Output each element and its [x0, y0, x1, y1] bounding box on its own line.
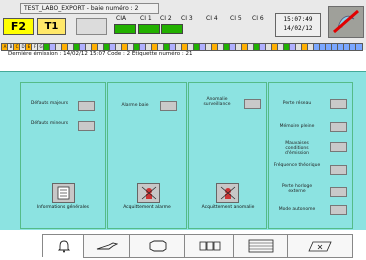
document-icon	[57, 186, 70, 200]
label-perte-reseau: Perte réseau	[282, 101, 312, 106]
ci-label-1: CI 1	[140, 15, 152, 22]
ci-label-2: CI 2	[160, 15, 172, 22]
perte-horloge-indicator	[330, 187, 347, 197]
t1-badge[interactable]: T1	[37, 18, 66, 35]
mode-indicator	[76, 18, 107, 35]
racks-icon	[199, 241, 220, 251]
ci-label-3: CI 3	[181, 15, 193, 22]
tab-alarm[interactable]	[42, 234, 85, 257]
tab-list[interactable]	[233, 234, 289, 258]
anomalie-indicator	[244, 99, 261, 109]
section-anomalie: Anomalie surveillance Acquittement anoma…	[188, 82, 267, 229]
tab-shape[interactable]	[129, 234, 186, 258]
ci-led-0	[114, 24, 136, 34]
status-panel: Défauts majeurs Défauts mineurs Informat…	[0, 71, 366, 231]
ci-label-6: CI 6	[252, 15, 264, 22]
no-entry-icon[interactable]	[328, 6, 364, 38]
label-frequence-theorique: Fréquence théorique	[273, 163, 321, 168]
clock: 15:07:49 14/02/12	[275, 13, 321, 37]
clock-time: 15:07:49	[283, 16, 313, 23]
ci-led-1	[138, 24, 160, 34]
mode-autonome-indicator	[330, 205, 347, 215]
mauvaises-conditions-indicator	[330, 142, 347, 152]
tab-bar	[0, 230, 366, 260]
label-mode-autonome: Mode autonome	[278, 207, 316, 212]
label-anomalie-surveillance: Anomalie surveillance	[203, 97, 231, 107]
label-perte-horloge: Perte horloge externe	[281, 184, 313, 194]
alarm-ack-icon	[141, 186, 156, 200]
list-icon	[248, 239, 274, 253]
tab-tools[interactable]	[83, 234, 131, 258]
label-mauvaises-conditions: Mauvaises conditions d'émission	[284, 141, 310, 156]
info-general-button[interactable]	[52, 183, 75, 203]
label-alarme-baie: Alarme baie	[121, 103, 149, 108]
ack-anomalie-button[interactable]	[216, 183, 239, 203]
label-defauts-mineurs: Défauts mineurs	[30, 121, 69, 126]
perte-reseau-indicator	[330, 99, 347, 109]
indicator-strip: ABCDEFG	[0, 43, 366, 51]
section-general: Défauts majeurs Défauts mineurs Informat…	[20, 82, 106, 229]
tab-export[interactable]	[287, 234, 353, 258]
defauts-mineurs-indicator	[78, 121, 95, 131]
ack-alarme-caption: Acquittement alarme	[123, 205, 171, 210]
main-window: TEST_LABO_EXPORT - baie numéro : 2 F2 T1…	[0, 0, 366, 260]
ci-label-0: CIA	[116, 15, 127, 22]
defauts-majeurs-indicator	[78, 101, 95, 111]
label-memoire-pleine: Mémoire pleine	[279, 124, 315, 129]
export-icon	[308, 241, 332, 252]
section-alarme: Alarme baie Acquittement alarme	[107, 82, 187, 229]
ci-label-5: CI 5	[230, 15, 242, 22]
memoire-pleine-indicator	[330, 122, 347, 132]
ack-alarme-button[interactable]	[137, 183, 160, 203]
tool-icon	[96, 242, 118, 250]
shape-icon	[149, 240, 166, 252]
clock-date: 14/02/12	[283, 25, 313, 32]
label-defauts-majeurs: Défauts majeurs	[30, 101, 69, 106]
section-reseau: Perte réseau Mémoire pleine Mauvaises co…	[268, 82, 353, 229]
frequence-indicator	[330, 165, 347, 175]
ack-anomalie-caption: Acquittement anomalie	[201, 205, 255, 210]
alarme-baie-indicator	[160, 101, 177, 111]
ci-led-2	[161, 24, 183, 34]
ci-label-4: CI 4	[206, 15, 218, 22]
bell-icon	[57, 240, 70, 253]
tab-racks[interactable]	[184, 234, 235, 258]
info-general-caption: Informations générales	[36, 205, 90, 210]
last-emission-info: Dernière émission : 14/02/12 15:07 Code …	[8, 51, 193, 57]
anomaly-ack-icon	[220, 186, 235, 200]
window-title: TEST_LABO_EXPORT - baie numéro : 2	[20, 3, 159, 14]
indicator-square	[355, 43, 363, 51]
f2-badge[interactable]: F2	[3, 18, 34, 35]
